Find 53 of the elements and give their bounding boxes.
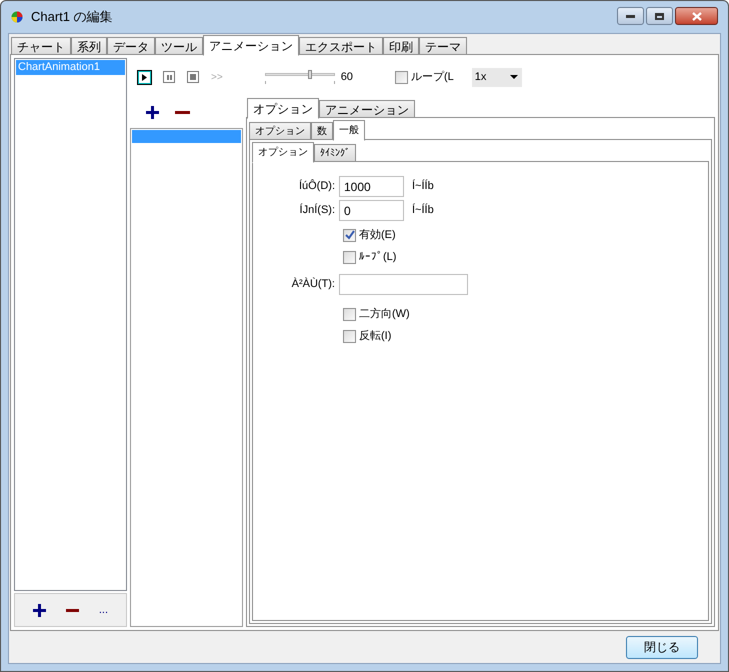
- checkbox[interactable]: [343, 330, 356, 342]
- tab[interactable]: アニメーション: [203, 35, 299, 56]
- unit-label: Í~ÍÍb: [412, 202, 434, 218]
- remove-icon[interactable]: [175, 110, 190, 114]
- field-label: ÍJnÍ(S):: [298, 202, 336, 218]
- slider-thumb[interactable]: [308, 70, 312, 79]
- slider-value: 60: [340, 70, 353, 85]
- add-icon[interactable]: [146, 106, 159, 118]
- pause-button[interactable]: [163, 71, 175, 83]
- loop-checkbox[interactable]: [394, 70, 408, 84]
- checkbox-label: 有効(E): [359, 228, 396, 243]
- checkbox-label: ﾙｰﾌﾟ(L): [359, 250, 396, 265]
- tab[interactable]: 印刷: [383, 37, 419, 55]
- chart-icon: [11, 11, 23, 23]
- close-icon[interactable]: [675, 7, 718, 25]
- more-button[interactable]: ...: [98, 602, 108, 618]
- unit-label: Í~ÍÍb: [412, 178, 434, 194]
- stop-button[interactable]: [187, 71, 199, 83]
- field-label: ÍúÔ(D):: [298, 178, 336, 194]
- checkbox-label: 二方向(W): [359, 306, 410, 322]
- checkbox-label: ループ(L: [410, 70, 454, 85]
- maximize-button[interactable]: [646, 7, 673, 25]
- play-icon: [142, 74, 147, 80]
- tab[interactable]: データ: [107, 37, 155, 55]
- tab[interactable]: オプション: [247, 98, 319, 119]
- input-field[interactable]: 0: [339, 200, 404, 221]
- add-icon[interactable]: [32, 604, 46, 616]
- tab[interactable]: オプション: [252, 142, 314, 163]
- input-field[interactable]: 1000: [339, 176, 404, 197]
- play-button[interactable]: [138, 70, 151, 84]
- tab[interactable]: オプション: [249, 122, 311, 140]
- tab[interactable]: チャート: [11, 37, 71, 55]
- tab[interactable]: ツール: [155, 37, 203, 55]
- field-label: À²ÀÙ(T):: [290, 276, 336, 292]
- speed-slider[interactable]: [264, 70, 335, 84]
- input-field[interactable]: [339, 274, 468, 295]
- tab[interactable]: エクスポート: [299, 37, 383, 55]
- tab[interactable]: 系列: [71, 37, 107, 55]
- remove-icon[interactable]: [66, 608, 79, 612]
- speed-dropdown[interactable]: 1x: [472, 68, 522, 86]
- tab[interactable]: 数: [311, 122, 333, 140]
- tab[interactable]: ﾀｲﾐﾝｸﾞ: [314, 144, 356, 162]
- tab[interactable]: アニメーション: [319, 100, 415, 118]
- checkbox[interactable]: [343, 308, 356, 320]
- tab[interactable]: 一般: [333, 120, 365, 141]
- checkbox[interactable]: [343, 250, 356, 264]
- tab[interactable]: テーマ: [419, 37, 467, 55]
- minimize-button[interactable]: [617, 7, 644, 25]
- window-title: Chart1 の編集: [31, 8, 113, 26]
- checkbox[interactable]: [343, 228, 356, 242]
- checkbox-label: 反転(I): [359, 328, 392, 344]
- dropdown-caret-icon: [510, 75, 518, 79]
- close-button[interactable]: 閉じる: [626, 636, 698, 658]
